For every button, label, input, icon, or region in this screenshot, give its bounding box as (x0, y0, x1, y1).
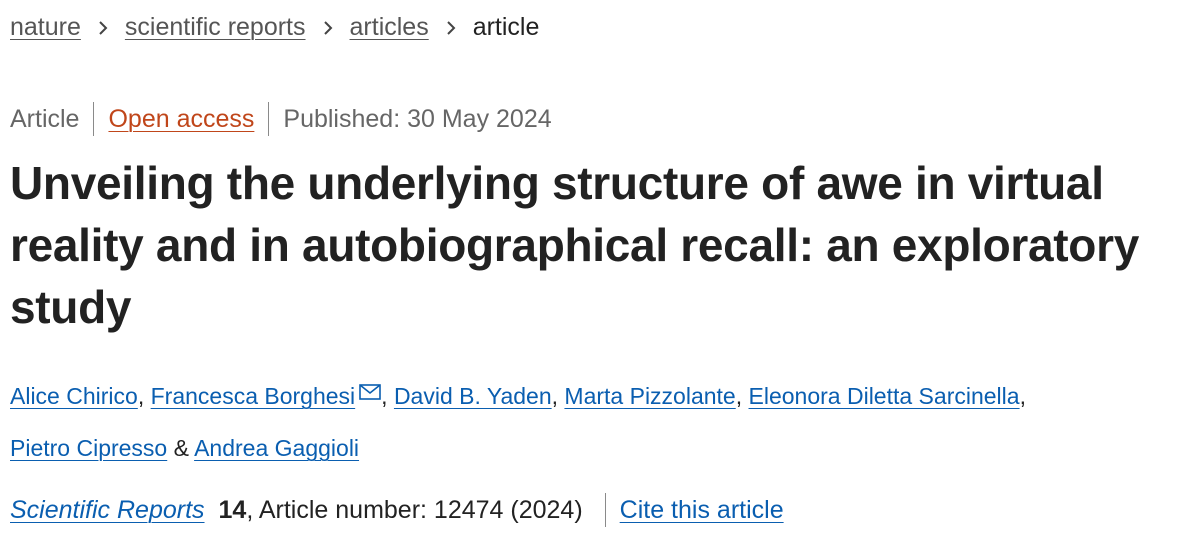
author-separator: , (137, 383, 151, 409)
author-link[interactable]: Marta Pizzolante (564, 383, 735, 409)
author-separator: , (1019, 383, 1026, 409)
divider (604, 493, 606, 527)
author-separator: , (735, 383, 749, 409)
cite-this-article-link[interactable]: Cite this article (620, 492, 784, 528)
author-separator: & (167, 435, 195, 461)
breadcrumb-current: article (472, 13, 540, 41)
chevron-right-icon (429, 10, 473, 44)
divider (268, 102, 270, 136)
article-meta: Article Open access Published: 30 May 20… (10, 102, 552, 136)
author-link[interactable]: David B. Yaden (394, 383, 552, 409)
author-list: Alice Chirico, Francesca Borghesi, David… (10, 366, 1195, 474)
mail-icon[interactable] (359, 366, 381, 418)
article-number: , Article number: 12474 (2024) (246, 496, 583, 524)
breadcrumb-articles[interactable]: articles (350, 10, 429, 44)
published-date: Published: 30 May 2024 (283, 105, 552, 133)
journal-link[interactable]: Scientific Reports (10, 492, 205, 528)
volume-number: 14 (218, 496, 247, 524)
author-link[interactable]: Alice Chirico (10, 383, 138, 409)
breadcrumb: nature scientific reports articles artic… (10, 10, 539, 44)
author-link[interactable]: Andrea Gaggioli (194, 435, 359, 461)
citation-line: Scientific Reports 14 , Article number: … (10, 492, 784, 528)
divider (93, 102, 95, 136)
author-separator: , (551, 383, 565, 409)
open-access-link[interactable]: Open access (108, 102, 254, 136)
article-title: Unveiling the underlying structure of aw… (10, 157, 1139, 333)
breadcrumb-scientific-reports[interactable]: scientific reports (125, 10, 306, 44)
article-type: Article (10, 105, 80, 133)
author-link[interactable]: Eleonora Diletta Sarcinella (749, 383, 1020, 409)
author-link[interactable]: Francesca Borghesi (151, 383, 356, 409)
breadcrumb-nature[interactable]: nature (10, 10, 81, 44)
author-separator: , (381, 383, 394, 409)
author-link[interactable]: Pietro Cipresso (10, 435, 167, 461)
chevron-right-icon (306, 10, 350, 44)
chevron-right-icon (81, 10, 125, 44)
